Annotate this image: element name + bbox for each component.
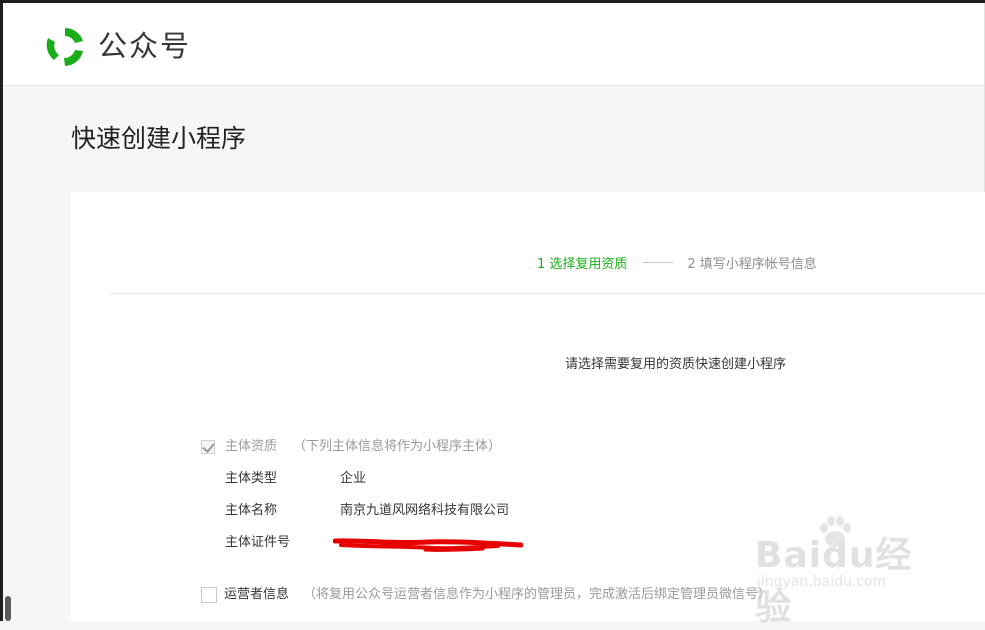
step-1-label: 1 选择复用资质 xyxy=(537,256,628,272)
qualification-checkbox[interactable] xyxy=(201,440,215,454)
info-row-entity-type: 主体类型 企业 xyxy=(225,469,366,489)
page-title: 快速创建小程序 xyxy=(71,124,247,153)
step-indicator: 1 选择复用资质 2 填写小程序帐号信息 xyxy=(537,252,817,272)
window-left-edge xyxy=(0,0,3,621)
info-key: 主体名称 xyxy=(225,503,278,518)
info-value: 企业 xyxy=(340,471,367,486)
qualification-label: 主体资质 xyxy=(225,439,278,454)
operator-label: 运营者信息 xyxy=(224,587,290,602)
info-key: 主体证件号 xyxy=(225,535,291,550)
operator-section-label: 运营者信息 （将复用公众号运营者信息作为小程序的管理员，完成激活后绑定管理员微信号… xyxy=(224,585,771,605)
checkmark-icon xyxy=(202,440,215,453)
step-separator xyxy=(643,261,674,263)
qualification-hint: （下列主体信息将作为小程序主体） xyxy=(293,439,502,454)
info-key: 主体类型 xyxy=(225,471,278,486)
info-value: 南京九道风网络科技有限公司 xyxy=(340,503,510,518)
step-2-label: 2 填写小程序帐号信息 xyxy=(687,256,817,272)
baidu-watermark: Baidu经验 jingyan.baidu.com xyxy=(755,512,935,628)
wechat-mp-logo-icon[interactable] xyxy=(42,24,88,70)
info-row-entity-name: 主体名称 南京九道风网络科技有限公司 xyxy=(225,501,509,521)
operator-checkbox[interactable] xyxy=(201,587,217,603)
watermark-url: jingyan.baidu.com xyxy=(757,574,887,590)
operator-hint: （将复用公众号运营者信息作为小程序的管理员，完成激活后绑定管理员微信号） xyxy=(303,587,772,602)
instruction-text: 请选择需要复用的资质快速创建小程序 xyxy=(565,357,787,372)
top-header: 公众号 xyxy=(3,3,984,86)
steps-divider xyxy=(110,293,985,294)
redaction-scribble xyxy=(333,538,523,552)
info-row-entity-id: 主体证件号 xyxy=(225,533,340,553)
scrollbar-thumb[interactable] xyxy=(5,596,11,621)
qualification-section-label: 主体资质 （下列主体信息将作为小程序主体） xyxy=(225,437,501,457)
brand-name[interactable]: 公众号 xyxy=(98,26,191,66)
